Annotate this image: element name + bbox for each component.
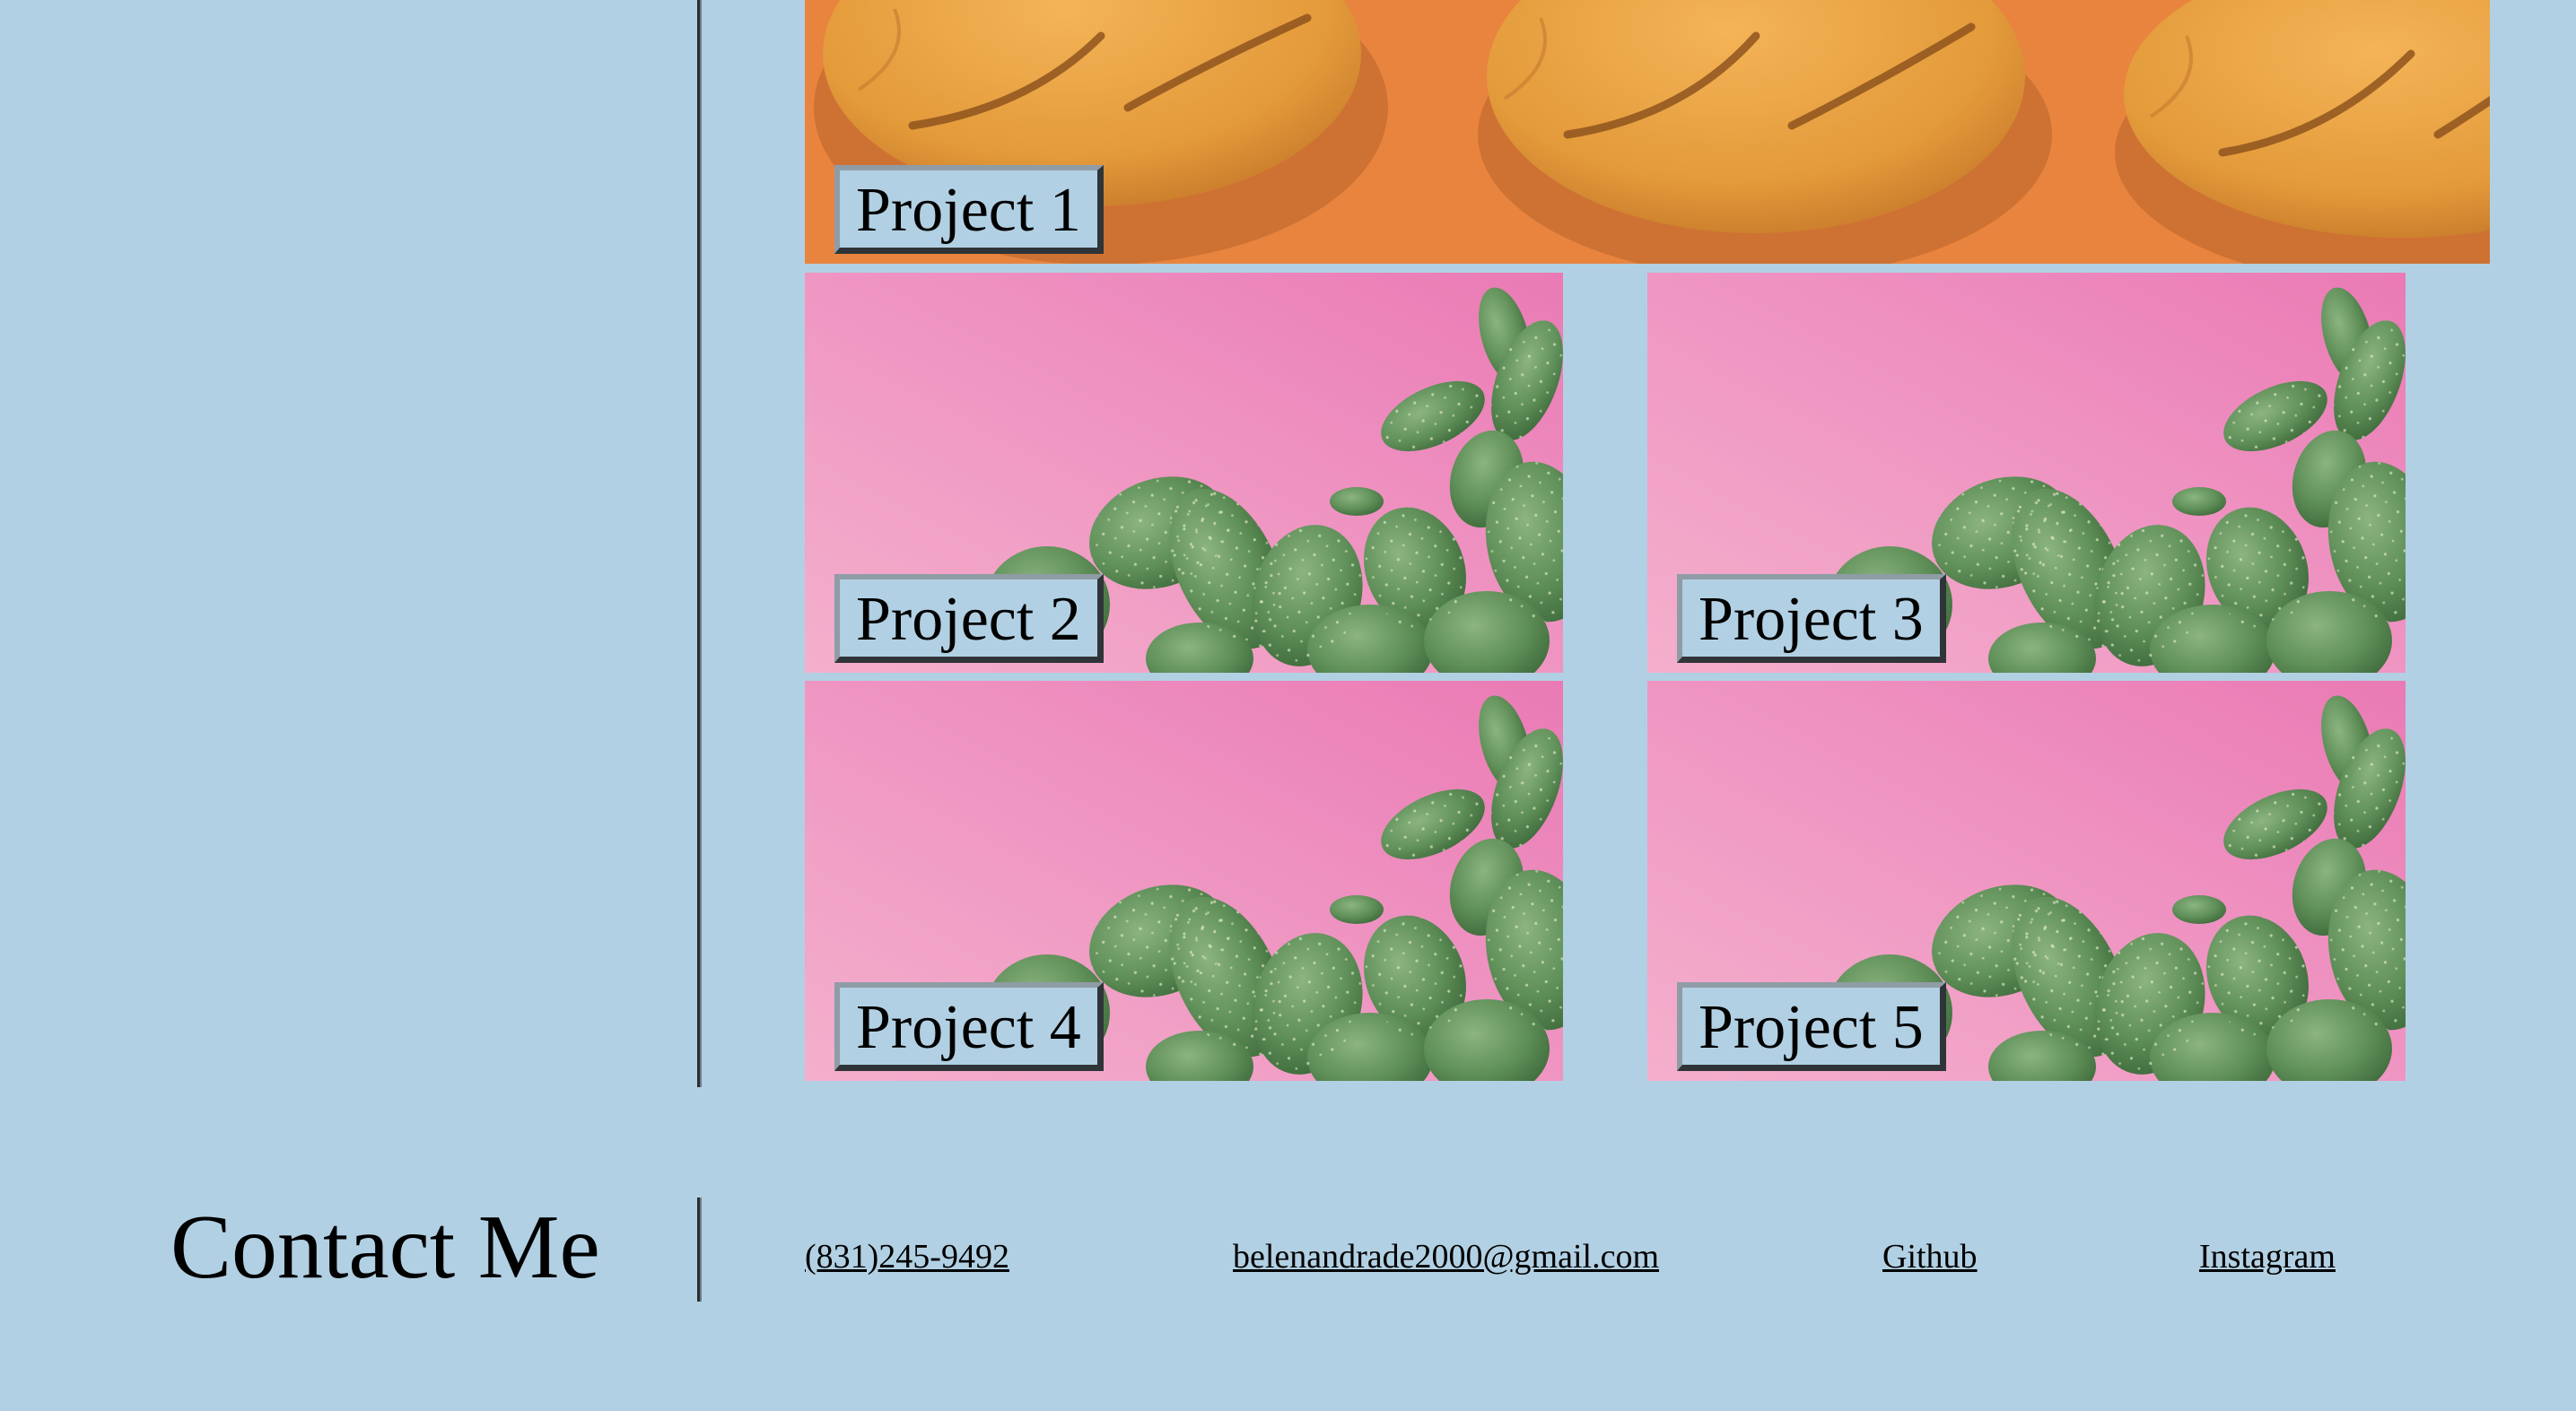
project-label-1: Project 1 [834,165,1104,254]
email-link[interactable]: belenandrade2000@gmail.com [1233,1240,1659,1274]
project-tile-3[interactable]: Project 3 [1647,273,2406,673]
contact-divider [697,1198,700,1302]
project-label-3: Project 3 [1677,574,1946,663]
project-label-4: Project 4 [834,982,1104,1071]
phone-link[interactable]: (831)245-9492 [805,1240,1009,1274]
project-tile-1[interactable]: Project 1 [805,0,2490,264]
contact-title: Contact Me [170,1197,600,1298]
project-tile-2[interactable]: Project 2 [805,273,1563,673]
project-tile-5[interactable]: Project 5 [1647,681,2406,1081]
github-link[interactable]: Github [1882,1240,1978,1274]
project-tile-4[interactable]: Project 4 [805,681,1563,1081]
project-label-5: Project 5 [1677,982,1946,1071]
project-label-2: Project 2 [834,574,1104,663]
instagram-link[interactable]: Instagram [2199,1240,2336,1274]
vertical-divider [697,0,700,1087]
